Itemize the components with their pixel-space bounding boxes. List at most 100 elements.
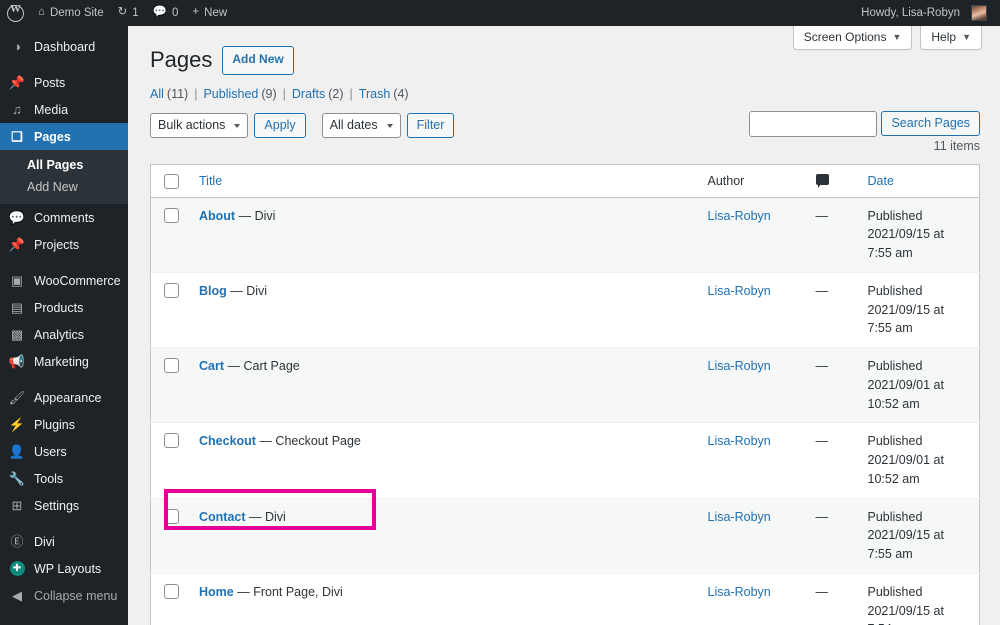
row-comments-cell: —	[805, 272, 858, 349]
row-checkbox[interactable]	[164, 358, 179, 374]
updates-menu[interactable]: ↻ 1	[111, 0, 146, 26]
my-account-menu[interactable]: Howdy, Lisa-Robyn	[854, 0, 994, 26]
sidebar-subitem-add-new[interactable]: Add New	[0, 176, 128, 198]
row-comments-cell: —	[805, 197, 858, 273]
media-icon: ♫	[12, 102, 22, 117]
tools-icon: 🔧	[8, 471, 26, 486]
sidebar-item-marketing[interactable]: 📢 Marketing	[0, 348, 128, 375]
sidebar-item-analytics[interactable]: ▩ Analytics	[0, 321, 128, 348]
date-filter-select[interactable]: All dates	[321, 112, 401, 138]
pages-icon: ❑	[11, 129, 23, 144]
sort-by-title-link[interactable]: Title	[199, 174, 222, 188]
filter-link-all: All (11) |	[150, 87, 203, 101]
comment-bubble-icon	[815, 173, 829, 188]
sidebar-item-label: Projects	[34, 237, 80, 252]
page-title-link[interactable]: About	[199, 209, 235, 223]
author-link[interactable]: Lisa-Robyn	[708, 359, 771, 373]
updates-count: 1	[132, 7, 139, 19]
sidebar-item-label: Analytics	[34, 327, 85, 342]
screen-options-button[interactable]: Screen Options ▼	[792, 26, 913, 50]
sidebar-item-projects[interactable]: 📌 Projects	[0, 231, 128, 258]
post-state: — Divi	[230, 283, 268, 298]
search-pages-button[interactable]: Search Pages	[881, 111, 980, 137]
table-row: About — Divi Lisa-Robyn — Published 2021…	[150, 197, 980, 273]
sidebar-item-woocommerce[interactable]: ▣ WooCommerce	[0, 267, 128, 294]
sidebar-item-comments[interactable]: 💬 Comments	[0, 204, 128, 231]
site-name-menu[interactable]: ⌂ Demo Site	[31, 0, 111, 26]
pages-wrap: Screen Options ▼ Help ▼ Pages Add New Al…	[128, 26, 1000, 625]
row-checkbox[interactable]	[164, 433, 179, 449]
page-title-link[interactable]: Checkout	[199, 434, 256, 448]
chevron-down-icon: ▼	[962, 32, 971, 42]
wordpress-logo-icon	[7, 3, 24, 22]
collapse-menu-button[interactable]: ◀ Collapse menu	[0, 582, 128, 609]
status-filter-links: All (11) | Published (9) | Drafts (2) | …	[150, 87, 980, 101]
filter-drafts-count: (2)	[328, 86, 344, 101]
add-new-button[interactable]: Add New	[222, 46, 294, 75]
sidebar-item-dashboard[interactable]: ◑ Dashboard	[0, 33, 128, 60]
row-author-cell: Lisa-Robyn	[697, 347, 806, 424]
filter-button[interactable]: Filter	[406, 112, 455, 138]
analytics-icon: ▩	[10, 327, 24, 342]
sidebar-item-media[interactable]: ♫ Media	[0, 96, 128, 123]
sidebar-subitem-all-pages[interactable]: All Pages	[0, 154, 128, 176]
sort-by-date-link[interactable]: Date	[868, 174, 894, 188]
page-title-link[interactable]: Contact	[199, 510, 246, 524]
pin-icon: 📌	[8, 75, 26, 90]
table-navigation-top: Bulk actions Apply All dates Filter Sear…	[150, 110, 980, 153]
sidebar-item-plugins[interactable]: ⚡ Plugins	[0, 411, 128, 438]
howdy-label: Howdy, Lisa-Robyn	[861, 7, 960, 19]
admin-sidebar-menu: ◑ Dashboard 📌 Posts ♫ Media ❑ Pages All …	[0, 26, 128, 625]
author-link[interactable]: Lisa-Robyn	[708, 209, 771, 223]
filter-trash-link[interactable]: Trash	[359, 87, 391, 101]
pages-list-table: Title Author Date About — Divi Lisa-Roby…	[150, 163, 980, 625]
page-title-link[interactable]: Home	[199, 585, 234, 599]
post-state: — Divi	[238, 208, 276, 223]
sidebar-item-tools[interactable]: 🔧 Tools	[0, 465, 128, 492]
products-icon: ▤	[10, 300, 24, 315]
sidebar-item-label: Media	[34, 102, 69, 117]
row-checkbox[interactable]	[164, 207, 179, 223]
comments-menu[interactable]: 💬 0	[146, 0, 186, 26]
bulk-actions-select[interactable]: Bulk actions	[150, 112, 249, 138]
sidebar-item-divi[interactable]: Ⓔ Divi	[0, 528, 128, 555]
author-link[interactable]: Lisa-Robyn	[708, 434, 771, 448]
menu-separator	[0, 375, 128, 384]
author-link[interactable]: Lisa-Robyn	[708, 510, 771, 524]
sidebar-item-wp-layouts[interactable]: ✚ WP Layouts	[0, 555, 128, 582]
sidebar-item-appearance[interactable]: 🖌 Appearance	[0, 384, 128, 411]
filter-link-drafts: Drafts (2) |	[292, 87, 359, 101]
filter-published-count: (9)	[261, 86, 277, 101]
row-date-cell: Published 2021/09/15 at 7:55 am	[857, 272, 980, 349]
filter-published-link[interactable]: Published	[203, 87, 258, 101]
apply-button[interactable]: Apply	[254, 112, 306, 138]
page-title-link[interactable]: Cart	[199, 359, 224, 373]
sidebar-item-users[interactable]: 👤 Users	[0, 438, 128, 465]
sidebar-item-pages[interactable]: ❑ Pages	[0, 123, 128, 150]
wordpress-logo-menu[interactable]	[0, 0, 31, 26]
search-input[interactable]	[749, 110, 878, 137]
row-checkbox[interactable]	[164, 282, 179, 298]
select-all-checkbox[interactable]	[164, 173, 179, 189]
author-link[interactable]: Lisa-Robyn	[708, 284, 771, 298]
date-status: Published	[867, 208, 923, 223]
comments-icon: 💬	[8, 210, 26, 225]
row-date-cell: Published 2021/09/15 at 7:55 am	[857, 498, 980, 574]
sidebar-item-settings[interactable]: ⊞ Settings	[0, 492, 128, 519]
filter-drafts-link[interactable]: Drafts	[292, 87, 325, 101]
author-link[interactable]: Lisa-Robyn	[708, 585, 771, 599]
help-button[interactable]: Help ▼	[920, 26, 982, 50]
row-checkbox[interactable]	[164, 508, 179, 524]
sidebar-item-posts[interactable]: 📌 Posts	[0, 69, 128, 96]
woocommerce-icon: ▣	[10, 273, 24, 288]
page-title-link[interactable]: Blog	[199, 284, 227, 298]
help-label: Help	[931, 30, 957, 44]
home-icon: ⌂	[38, 6, 45, 19]
new-content-menu[interactable]: + New	[185, 0, 234, 26]
row-title-cell: Contact — Divi	[189, 498, 698, 574]
row-title-cell: Cart — Cart Page	[189, 347, 698, 424]
sidebar-item-products[interactable]: ▤ Products	[0, 294, 128, 321]
row-checkbox[interactable]	[164, 583, 179, 599]
chevron-down-icon: ▼	[892, 32, 902, 42]
filter-all-link[interactable]: All	[150, 87, 164, 101]
